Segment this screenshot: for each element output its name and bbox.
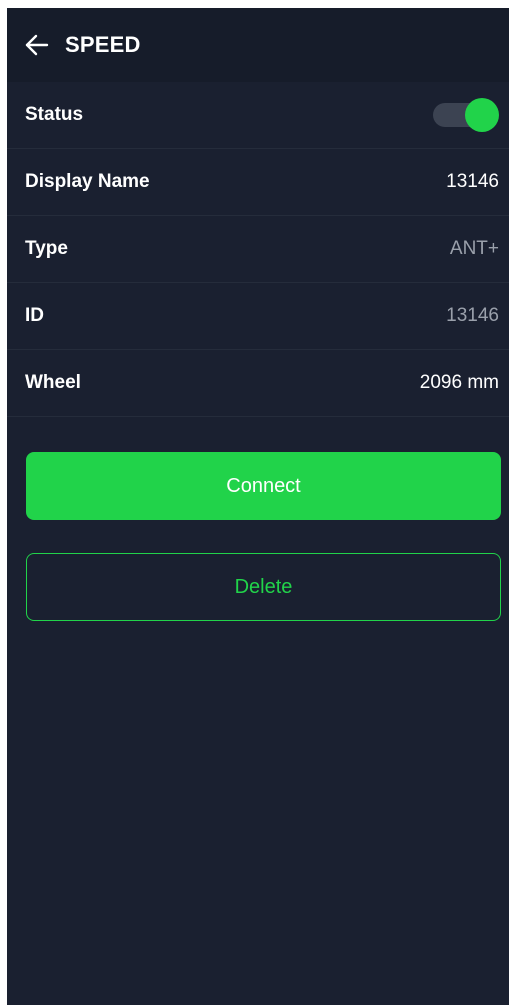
top-app-bar: SPEED [7, 8, 509, 82]
display-name-value: 13146 [446, 171, 499, 192]
wheel-label: Wheel [25, 372, 81, 393]
type-label: Type [25, 238, 68, 259]
status-toggle-knob [465, 98, 499, 132]
id-label: ID [25, 305, 44, 326]
sensor-detail-screen: SPEED Status Display Name 13146 Type ANT… [7, 8, 509, 1005]
status-label: Status [25, 104, 84, 125]
display-name-label: Display Name [25, 171, 150, 192]
delete-button[interactable]: Delete [26, 553, 501, 621]
type-row: Type ANT+ [7, 216, 509, 283]
id-value: 13146 [446, 305, 499, 326]
type-value: ANT+ [449, 238, 499, 259]
wheel-row[interactable]: Wheel 2096 mm [7, 350, 509, 417]
status-toggle[interactable] [433, 97, 499, 133]
connect-button[interactable]: Connect [26, 452, 501, 520]
status-row: Status [7, 82, 509, 149]
display-name-row[interactable]: Display Name 13146 [7, 149, 509, 216]
arrow-left-icon [25, 34, 49, 56]
page-title: SPEED [65, 32, 141, 57]
id-row: ID 13146 [7, 283, 509, 350]
wheel-value: 2096 mm [419, 372, 499, 393]
back-button[interactable] [25, 30, 55, 60]
